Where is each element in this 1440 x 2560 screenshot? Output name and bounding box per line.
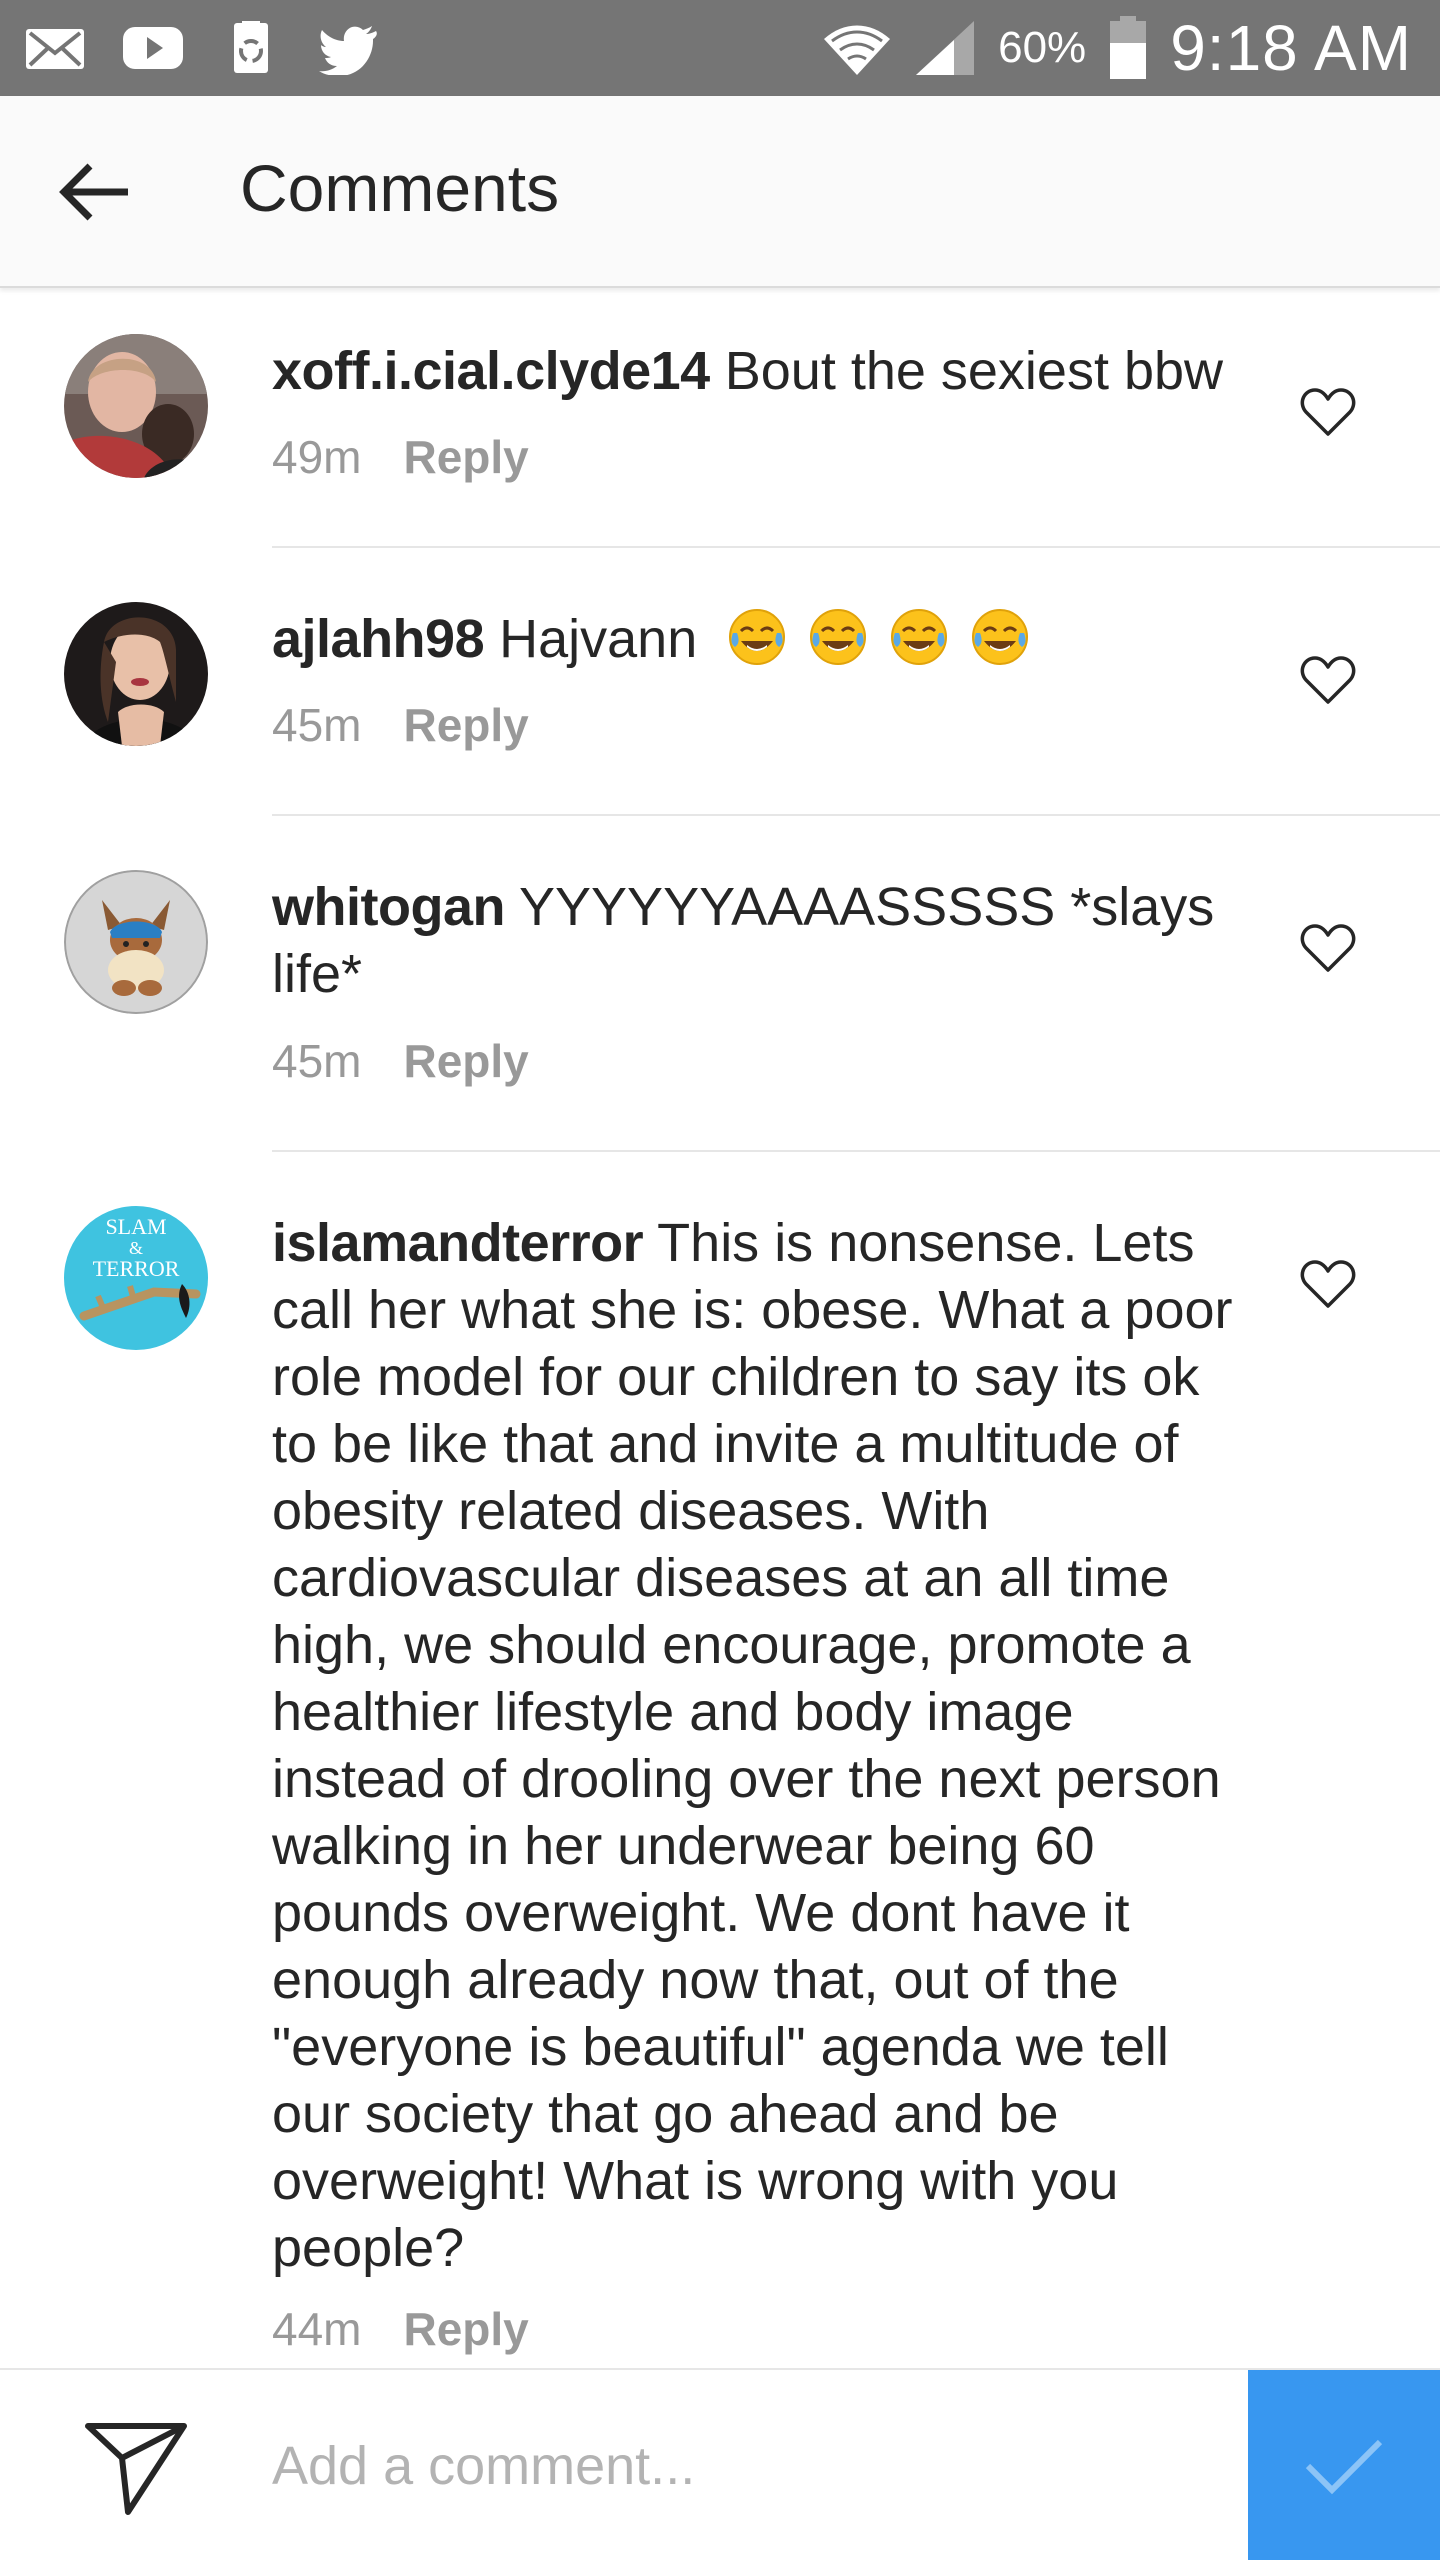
signal-icon: [916, 21, 975, 75]
recycle-icon: [234, 21, 268, 73]
comment-username[interactable]: ajlahh98: [272, 609, 485, 669]
divider: [272, 546, 1440, 548]
avatar[interactable]: SLAM & TERROR: [64, 1206, 208, 1350]
heart-icon[interactable]: [1300, 1258, 1356, 1310]
post-comment-button[interactable]: [1248, 2370, 1440, 2560]
comment-meta: 45m Reply: [272, 1034, 529, 1088]
avatar-text-top: SLAM: [105, 1214, 166, 1239]
comment-time: 44m: [272, 2303, 362, 2355]
direct-send-icon[interactable]: [84, 2420, 188, 2516]
reply-button[interactable]: Reply: [403, 430, 528, 484]
comment-message: Hajvann: [499, 609, 698, 669]
comment-input[interactable]: [272, 2410, 1212, 2522]
arrow-left-icon[interactable]: [52, 152, 142, 232]
battery-percent: 60%: [998, 23, 1087, 72]
youtube-icon: [123, 27, 183, 69]
comment-message: This is nonsense. Lets call her what she…: [272, 1213, 1233, 2278]
comment-meta: 49m Reply: [272, 430, 529, 484]
page-title: Comments: [240, 151, 560, 225]
notification-icons: [24, 18, 380, 78]
comment-text: islamandterror This is nonsense. Lets ca…: [272, 1210, 1252, 2282]
comment-time: 45m: [272, 699, 362, 751]
comment-message: Bout the sexiest bbw: [724, 341, 1224, 401]
tears-of-joy-emoji-icon: [810, 609, 867, 665]
reply-button[interactable]: Reply: [403, 698, 528, 752]
tears-of-joy-emoji-icon: [972, 609, 1029, 665]
header: Comments: [0, 96, 1440, 288]
comment-username[interactable]: whitogan: [272, 877, 505, 937]
heart-icon[interactable]: [1300, 922, 1356, 974]
comment-username[interactable]: islamandterror: [272, 1213, 644, 1273]
avatar[interactable]: [64, 334, 208, 478]
reply-button[interactable]: Reply: [403, 2302, 528, 2356]
divider: [272, 1150, 1440, 1152]
status-bar: 60% 9:18 AM: [0, 0, 1440, 96]
tears-of-joy-emoji-icon: [891, 609, 948, 665]
heart-icon[interactable]: [1300, 654, 1356, 706]
battery-icon: [1110, 16, 1147, 79]
avatar-text-bottom: TERROR: [93, 1256, 180, 1281]
reply-button[interactable]: Reply: [403, 1034, 528, 1088]
divider: [272, 814, 1440, 816]
wifi-icon: [824, 25, 891, 75]
comment-text: ajlahh98 Hajvann 😂😂😂😂: [272, 606, 1252, 691]
comment-username[interactable]: xoff.i.cial.clyde14: [272, 341, 710, 401]
comment-time: 49m: [272, 431, 362, 483]
comment-time: 45m: [272, 1035, 362, 1087]
twitter-icon: [319, 26, 377, 75]
tears-of-joy-emoji-icon: [729, 609, 786, 665]
comment-composer: [0, 2368, 1440, 2560]
avatar-text-mid: &: [129, 1238, 143, 1258]
heart-icon[interactable]: [1300, 386, 1356, 438]
comment-text: xoff.i.cial.clyde14 Bout the sexiest bbw: [272, 338, 1252, 405]
mail-icon: [26, 29, 84, 69]
comment-meta: 45m Reply: [272, 698, 529, 752]
system-status: 60% 9:18 AM: [822, 10, 1412, 86]
avatar[interactable]: [64, 602, 208, 746]
comment-text: whitogan YYYYYYAAAASSSSS *slays life*: [272, 874, 1252, 1008]
avatar[interactable]: [64, 870, 208, 1014]
clock: 9:18 AM: [1170, 12, 1412, 84]
comment-meta: 44m Reply: [272, 2302, 529, 2356]
checkmark-icon: [1305, 2439, 1383, 2495]
comments-list[interactable]: xoff.i.cial.clyde14 Bout the sexiest bbw…: [0, 290, 1440, 2368]
emoji-group: [727, 609, 1036, 669]
